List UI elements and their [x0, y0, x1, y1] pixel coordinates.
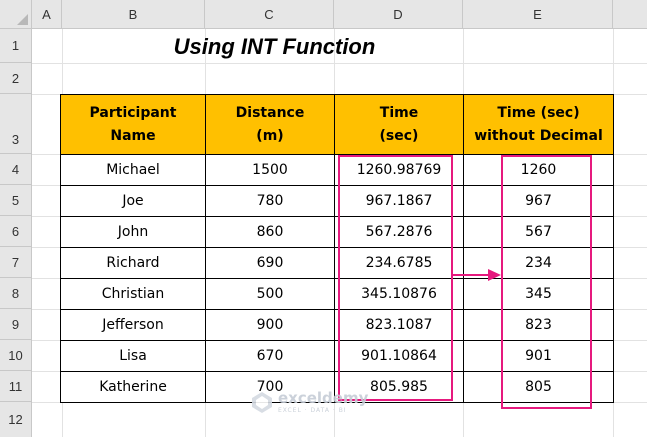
- exceldemy-watermark: exceldemy EXCEL · DATA · BI: [250, 387, 368, 417]
- cell-distance[interactable]: 690: [205, 247, 335, 279]
- cell-name[interactable]: Jefferson: [60, 309, 206, 341]
- header-time-without-decimal[interactable]: Time (sec) without Decimal: [463, 94, 614, 155]
- cell-name[interactable]: Joe: [60, 185, 206, 217]
- row-header-1[interactable]: 1: [0, 29, 32, 63]
- cell-name[interactable]: Michael: [60, 154, 206, 186]
- cell-distance[interactable]: 500: [205, 278, 335, 310]
- row-header-9[interactable]: 9: [0, 309, 32, 340]
- row-header-11[interactable]: 11: [0, 371, 32, 402]
- cell-distance[interactable]: 670: [205, 340, 335, 372]
- row-header-2[interactable]: 2: [0, 63, 32, 94]
- exceldemy-logo-icon: [252, 392, 272, 413]
- cell-name[interactable]: Richard: [60, 247, 206, 279]
- right-arrow-icon: [452, 269, 501, 281]
- row-header-3[interactable]: 3: [0, 94, 32, 154]
- header-participant-name[interactable]: Participant Name: [60, 94, 206, 155]
- row-header-10[interactable]: 10: [0, 340, 32, 371]
- row-header-5[interactable]: 5: [0, 185, 32, 216]
- column-header-b[interactable]: B: [62, 0, 205, 29]
- cell-name[interactable]: John: [60, 216, 206, 248]
- sheet-title[interactable]: Using INT Function: [32, 30, 517, 63]
- select-all-corner[interactable]: [0, 0, 32, 29]
- cell-name[interactable]: Katherine: [60, 371, 206, 403]
- cell-distance[interactable]: 1500: [205, 154, 335, 186]
- column-header-e[interactable]: E: [463, 0, 613, 29]
- cell-name[interactable]: Christian: [60, 278, 206, 310]
- column-header-d[interactable]: D: [334, 0, 463, 29]
- row-header-6[interactable]: 6: [0, 216, 32, 247]
- result-column-highlight: [501, 155, 592, 409]
- time-column-highlight: [338, 155, 453, 401]
- row-header-8[interactable]: 8: [0, 278, 32, 309]
- column-header-a[interactable]: A: [32, 0, 62, 29]
- select-all-triangle: [17, 14, 28, 25]
- column-header-f[interactable]: [613, 0, 647, 29]
- cell-distance[interactable]: 780: [205, 185, 335, 217]
- row-header-4[interactable]: 4: [0, 154, 32, 185]
- cell-distance[interactable]: 900: [205, 309, 335, 341]
- header-distance[interactable]: Distance (m): [205, 94, 335, 155]
- header-time[interactable]: Time (sec): [334, 94, 464, 155]
- row-header-12[interactable]: 12: [0, 402, 32, 437]
- row-header-7[interactable]: 7: [0, 247, 32, 278]
- column-header-c[interactable]: C: [205, 0, 334, 29]
- table-header-row: Participant Name Distance (m) Time (sec) Ti…: [60, 94, 614, 155]
- watermark-tagline: EXCEL · DATA · BI: [278, 406, 347, 414]
- gridline-row: [32, 63, 647, 64]
- watermark-name: exceldemy: [278, 388, 369, 407]
- cell-distance[interactable]: 860: [205, 216, 335, 248]
- cell-name[interactable]: Lisa: [60, 340, 206, 372]
